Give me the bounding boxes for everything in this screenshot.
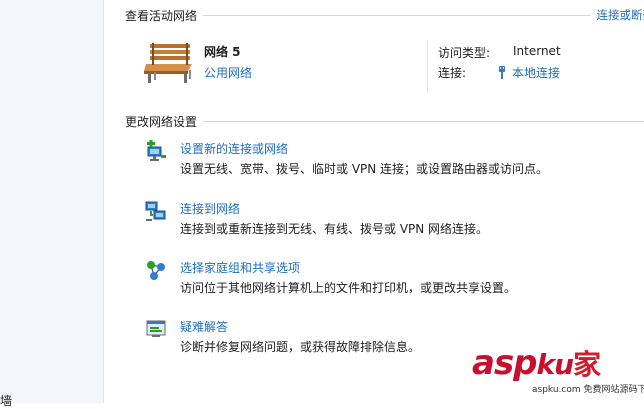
network-name: 网络 5 [204,43,241,60]
watermark-text: aspku.com 免费网站源码下载站 [530,382,644,395]
watermark-logo: aspku家 aspku.com 免费网站源码下载站 [470,346,640,398]
homegroup-link[interactable]: 选择家庭组和共享选项 [180,259,300,276]
active-networks-title: 查看活动网络 [125,7,203,24]
change-settings-title: 更改网络设置 [125,113,203,130]
connect-disconnect-link[interactable]: 连接或断开 [591,7,644,23]
new-connection-desc: 设置无线、宽带、拨号、临时或 VPN 连接；或设置路由器或访问点。 [180,160,548,177]
park-bench-icon [142,40,196,84]
change-settings-header: 更改网络设置 [125,113,644,129]
vertical-divider [427,40,428,92]
troubleshoot-desc: 诊断并修复网络问题，或获得故障排除信息。 [180,338,420,355]
active-networks-header: 查看活动网络 连接或断开 [125,7,644,23]
connection-label: 连接: [438,64,466,81]
access-type-label: 访问类型: [438,44,490,61]
ethernet-plug-icon [497,66,507,82]
homegroup-icon [145,259,167,281]
watermark-mark: aspku家 [472,346,600,382]
sidebar-item-partial-1[interactable]: 项 [0,368,20,385]
troubleshoot-icon [145,318,167,340]
network-type-link[interactable]: 公用网络 [204,64,252,81]
sidebar-item-partial-2[interactable]: 心墙 [0,392,20,409]
section-divider [203,15,590,16]
connect-network-icon [145,200,167,222]
connect-network-link[interactable]: 连接到网络 [180,200,240,217]
connection-link[interactable]: 本地连接 [497,64,560,82]
access-type-value: Internet [513,44,561,58]
troubleshoot-link[interactable]: 疑难解答 [180,318,228,335]
new-connection-link[interactable]: 设置新的连接或网络 [180,140,288,157]
connection-name: 本地连接 [512,66,560,80]
connect-network-desc: 连接到或重新连接到无线、有线、拨号或 VPN 网络连接。 [180,220,488,237]
homegroup-desc: 访问位于其他网络计算机上的文件和打印机，或更改共享设置。 [180,279,516,296]
new-connection-icon [145,140,167,162]
left-nav-pane: 项 心墙 [0,0,104,403]
section-divider [203,121,644,122]
